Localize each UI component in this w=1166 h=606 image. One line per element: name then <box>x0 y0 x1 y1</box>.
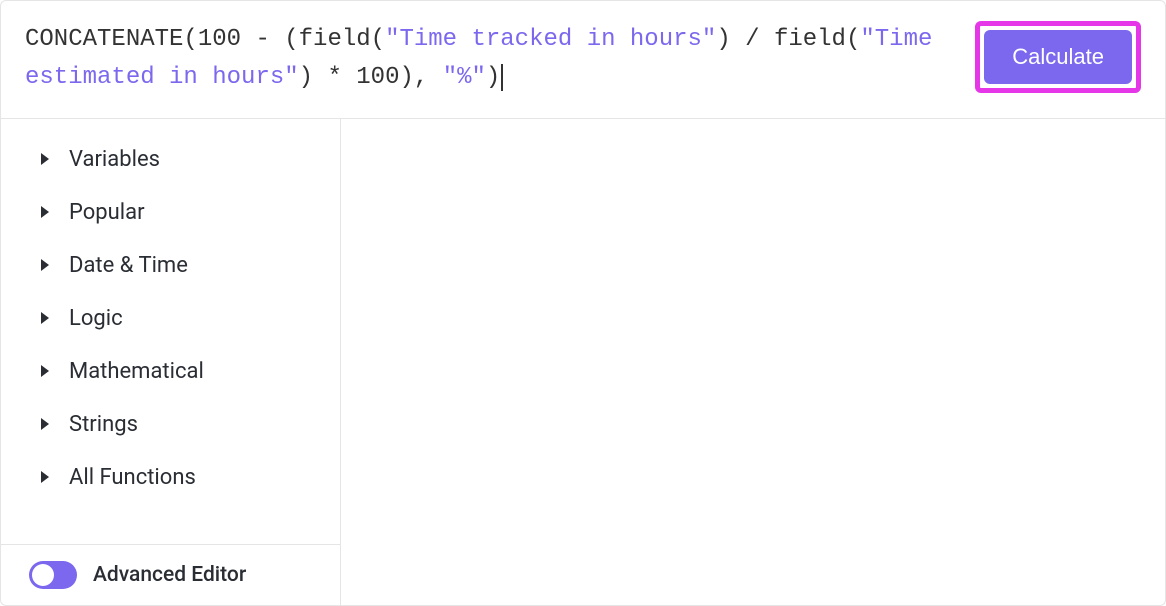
category-item[interactable]: All Functions <box>1 451 340 504</box>
text-cursor <box>501 64 503 91</box>
chevron-right-icon <box>41 418 49 430</box>
formula-token-str: "Time tracked in hours" <box>385 26 716 53</box>
chevron-right-icon <box>41 365 49 377</box>
advanced-editor-label: Advanced Editor <box>93 563 246 587</box>
category-label: All Functions <box>69 465 196 490</box>
category-label: Popular <box>69 200 145 225</box>
chevron-right-icon <box>41 471 49 483</box>
category-label: Mathematical <box>69 359 204 384</box>
sidebar: Variables Popular Date & Time Logic Mathemat… <box>1 119 341 605</box>
formula-editor-container: CONCATENATE(100 - (field("Time tracked i… <box>0 0 1166 606</box>
calculate-highlight: Calculate <box>975 21 1141 93</box>
formula-token-fn: ) / field( <box>716 26 860 53</box>
chevron-right-icon <box>41 206 49 218</box>
category-label: Strings <box>69 412 138 437</box>
chevron-right-icon <box>41 259 49 271</box>
content-area <box>341 119 1165 605</box>
formula-bar: CONCATENATE(100 - (field("Time tracked i… <box>1 1 1165 119</box>
chevron-right-icon <box>41 312 49 324</box>
category-list: Variables Popular Date & Time Logic Mathemat… <box>1 119 340 544</box>
chevron-right-icon <box>41 153 49 165</box>
toggle-knob <box>32 564 54 586</box>
category-label: Logic <box>69 306 123 331</box>
formula-token-str: "%" <box>443 64 486 91</box>
calculate-button[interactable]: Calculate <box>984 30 1132 84</box>
category-item[interactable]: Mathematical <box>1 345 340 398</box>
category-item[interactable]: Logic <box>1 292 340 345</box>
category-label: Date & Time <box>69 253 188 278</box>
formula-token-fn: ) <box>486 64 500 91</box>
advanced-editor-toggle[interactable] <box>29 561 77 589</box>
formula-input[interactable]: CONCATENATE(100 - (field("Time tracked i… <box>25 21 955 98</box>
category-item[interactable]: Strings <box>1 398 340 451</box>
category-label: Variables <box>69 147 160 172</box>
category-item[interactable]: Date & Time <box>1 239 340 292</box>
category-item[interactable]: Variables <box>1 133 340 186</box>
formula-token-fn: ) * 100), <box>299 64 443 91</box>
formula-token-fn: CONCATENATE(100 - (field( <box>25 26 385 53</box>
main-area: Variables Popular Date & Time Logic Mathemat… <box>1 119 1165 605</box>
category-item[interactable]: Popular <box>1 186 340 239</box>
sidebar-footer: Advanced Editor <box>1 544 340 605</box>
